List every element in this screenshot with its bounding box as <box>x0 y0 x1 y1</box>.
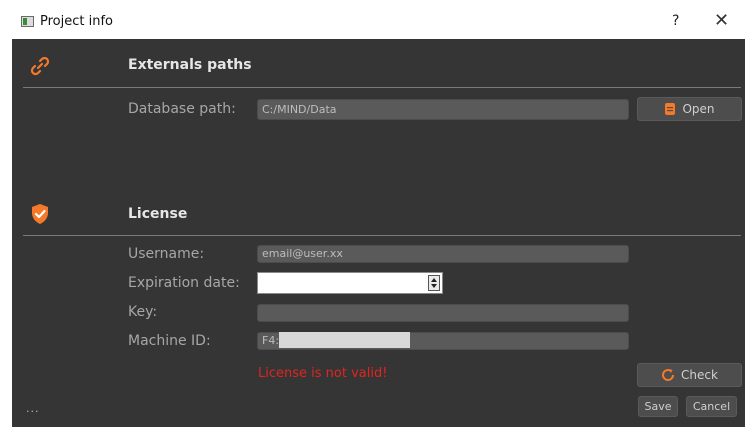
link-icon <box>30 56 50 76</box>
username-label: Username: <box>128 246 205 262</box>
window-title: Project info <box>40 14 113 29</box>
license-divider <box>23 235 741 236</box>
open-button-label: Open <box>682 102 715 116</box>
expiration-date-input[interactable] <box>257 272 443 294</box>
refresh-icon <box>662 369 675 381</box>
spin-up-icon[interactable] <box>431 278 437 282</box>
database-path-label: Database path: <box>128 101 236 117</box>
check-button[interactable]: Check <box>637 363 742 387</box>
save-button[interactable]: Save <box>638 396 678 417</box>
key-label: Key: <box>128 304 158 320</box>
check-button-label: Check <box>681 368 718 382</box>
key-input[interactable] <box>257 304 629 322</box>
help-button[interactable]: ? <box>672 13 679 29</box>
more-indicator: ... <box>26 402 40 415</box>
shield-check-icon <box>32 204 48 224</box>
expiration-date-label: Expiration date: <box>128 275 240 291</box>
title-bar: Project info ? ✕ <box>12 7 745 39</box>
close-button[interactable]: ✕ <box>714 10 729 31</box>
externals-section-title: Externals paths <box>128 57 252 73</box>
project-info-dialog <box>12 7 745 427</box>
cancel-button[interactable]: Cancel <box>686 396 737 417</box>
machine-id-label: Machine ID: <box>128 333 211 349</box>
app-window-icon <box>21 16 34 27</box>
date-spinner[interactable] <box>428 275 440 291</box>
license-section-title: License <box>128 206 188 222</box>
file-icon <box>665 103 676 115</box>
machine-id-redaction <box>279 332 410 348</box>
open-button[interactable]: Open <box>637 97 742 121</box>
spin-down-icon[interactable] <box>431 284 437 288</box>
license-error-message: License is not valid! <box>258 366 388 381</box>
username-input[interactable]: email@user.xx <box>257 245 629 263</box>
externals-divider <box>23 87 741 88</box>
database-path-input[interactable]: C:/MIND/Data <box>257 99 629 120</box>
